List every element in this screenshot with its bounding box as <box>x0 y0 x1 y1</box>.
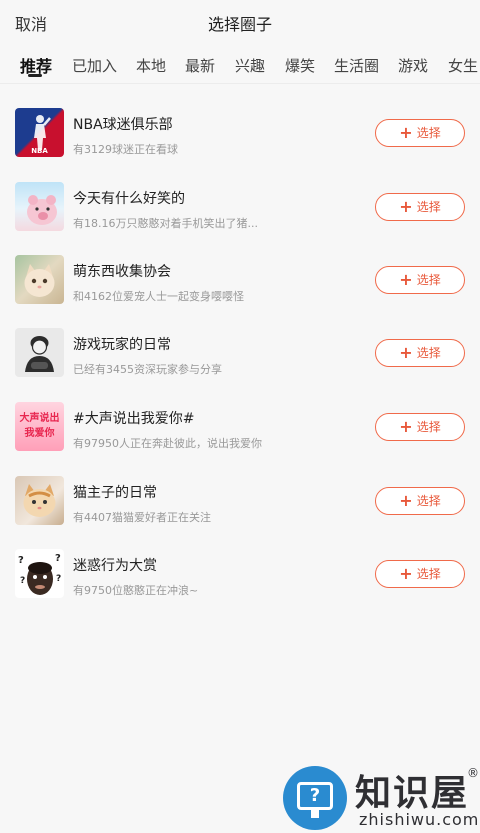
nba-avatar: NBA <box>15 108 64 157</box>
top-bar: 取消 选择圈子 <box>0 0 480 44</box>
select-button-label: 选择 <box>416 567 441 581</box>
select-button[interactable]: + 选择 <box>375 339 465 367</box>
tab-girls[interactable]: 女生 <box>448 55 478 76</box>
pig-doll-avatar <box>15 182 64 231</box>
tab-funny[interactable]: 爆笑 <box>285 55 315 76</box>
circle-name[interactable]: 迷惑行为大赏 <box>73 555 157 575</box>
circle-desc: 有18.16万只憨憨对着手机笑出了猪... <box>73 217 258 230</box>
tab-interest[interactable]: 兴趣 <box>235 55 265 76</box>
monitor-stand <box>311 810 319 818</box>
love-avatar-text: 大声说出我爱你 <box>19 413 60 439</box>
select-button-label: 选择 <box>416 346 441 360</box>
svg-text:?: ? <box>55 553 61 564</box>
circle-name[interactable]: 萌东西收集协会 <box>73 261 171 281</box>
list-item: 萌东西收集协会 和4162位爱宠人士一起变身嘤嘤怪 + 选择 <box>0 243 480 315</box>
kitten-icon <box>23 484 56 517</box>
select-button-label: 选择 <box>416 273 441 287</box>
circle-name[interactable]: 游戏玩家的日常 <box>73 334 171 354</box>
watermark-url: zhishiwu.com <box>359 810 480 829</box>
plus-icon: + <box>399 417 413 436</box>
svg-text:?: ? <box>18 555 24 566</box>
select-button[interactable]: + 选择 <box>375 193 465 221</box>
tab-local[interactable]: 本地 <box>136 55 166 76</box>
question-monitor-icon: ? <box>297 782 333 810</box>
confused-face-icon: ? ? ? ? <box>18 553 61 595</box>
tab-joined[interactable]: 已加入 <box>72 55 117 76</box>
plus-icon: + <box>399 343 413 362</box>
list-item: 游戏玩家的日常 已经有3455资深玩家参与分享 + 选择 <box>0 316 480 388</box>
select-button[interactable]: + 选择 <box>375 487 465 515</box>
plus-icon: + <box>399 123 413 142</box>
circle-desc: 已经有3455资深玩家参与分享 <box>73 363 222 376</box>
select-button[interactable]: + 选择 <box>375 560 465 588</box>
nba-avatar-logo-text: NBA <box>31 147 48 155</box>
list-item: NBA NBA球迷俱乐部 有3129球迷正在看球 + 选择 <box>0 96 480 168</box>
confused-man-avatar: ? ? ? ? <box>15 549 64 598</box>
tab-games[interactable]: 游戏 <box>398 55 428 76</box>
circle-desc: 有4407猫猫爱好者正在关注 <box>73 511 211 524</box>
select-button-label: 选择 <box>416 420 441 434</box>
select-button-label: 选择 <box>416 200 441 214</box>
select-button[interactable]: + 选择 <box>375 266 465 294</box>
watermark-brand: 知识屋 <box>355 773 470 814</box>
circle-desc: 有9750位憨憨正在冲浪~ <box>73 584 199 597</box>
gamer-avatar <box>15 328 64 377</box>
love-avatar: 大声说出我爱你 <box>15 402 64 451</box>
kitten-avatar <box>15 476 64 525</box>
tab-life[interactable]: 生活圈 <box>334 55 379 76</box>
watermark-logo: ? <box>283 766 347 830</box>
list-item: ? ? ? ? 迷惑行为大赏 有9750位憨憨正在冲浪~ + 选择 <box>0 537 480 609</box>
select-button[interactable]: + 选择 <box>375 413 465 441</box>
plus-icon: + <box>399 564 413 583</box>
circle-desc: 和4162位爱宠人士一起变身嘤嘤怪 <box>73 290 244 303</box>
circle-name[interactable]: 今天有什么好笑的 <box>73 188 185 208</box>
registered-mark: ® <box>467 766 479 780</box>
plus-icon: + <box>399 270 413 289</box>
select-button-label: 选择 <box>416 126 441 140</box>
svg-text:?: ? <box>20 576 25 586</box>
cat-icon <box>24 264 55 297</box>
circle-desc: 有3129球迷正在看球 <box>73 143 178 156</box>
cat-avatar <box>15 255 64 304</box>
watermark: ? 知识屋 ® zhishiwu.com <box>283 762 480 833</box>
svg-text:?: ? <box>56 574 61 584</box>
circle-name[interactable]: 猫主子的日常 <box>73 482 157 502</box>
select-button-label: 选择 <box>416 494 441 508</box>
gamer-icon <box>25 336 54 372</box>
category-tabs: 推荐 已加入 本地 最新 兴趣 爆笑 生活圈 游戏 女生 <box>0 44 480 84</box>
circle-name[interactable]: #大声说出我爱你# <box>73 408 194 428</box>
circle-name[interactable]: NBA球迷俱乐部 <box>73 114 173 134</box>
list-item: 今天有什么好笑的 有18.16万只憨憨对着手机笑出了猪... + 选择 <box>0 170 480 242</box>
plus-icon: + <box>399 197 413 216</box>
select-button[interactable]: + 选择 <box>375 119 465 147</box>
tab-latest[interactable]: 最新 <box>185 55 215 76</box>
list-item: 猫主子的日常 有4407猫猫爱好者正在关注 + 选择 <box>0 464 480 536</box>
plus-icon: + <box>399 491 413 510</box>
page-title: 选择圈子 <box>207 15 272 34</box>
list-item: 大声说出我爱你 #大声说出我爱你# 有97950人正在奔赴彼此，说出我爱你 + 选… <box>0 390 480 462</box>
pig-icon <box>27 195 57 225</box>
active-tab-indicator <box>28 74 42 77</box>
circle-desc: 有97950人正在奔赴彼此，说出我爱你 <box>73 437 262 450</box>
